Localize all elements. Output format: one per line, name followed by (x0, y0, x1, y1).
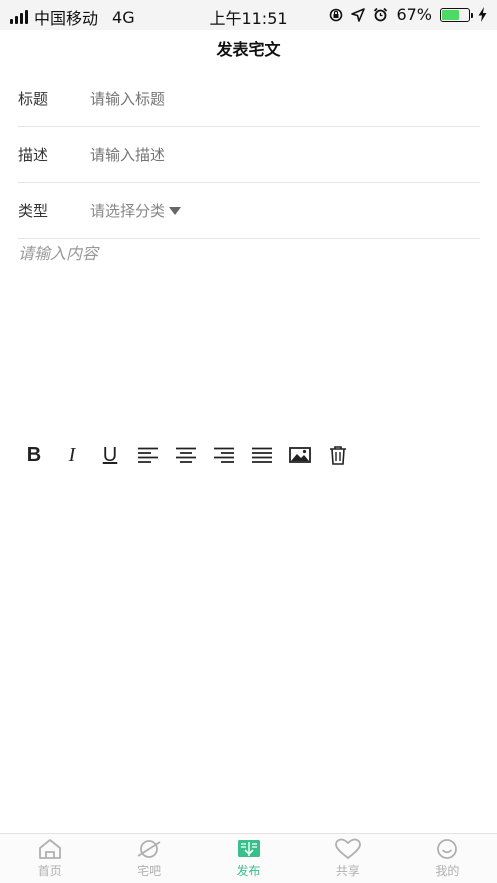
tab-publish[interactable]: 发布 (199, 834, 298, 883)
align-justify-button[interactable] (250, 443, 274, 467)
bold-icon: B (26, 443, 42, 466)
title-label: 标题 (18, 90, 49, 108)
trash-icon (330, 446, 346, 465)
align-right-button[interactable] (212, 443, 236, 467)
bold-button[interactable]: B (22, 443, 46, 467)
type-row: 类型 请选择分类 (18, 183, 480, 239)
editor-placeholder: 请输入内容 (18, 244, 99, 263)
underline-button[interactable]: U (98, 443, 122, 467)
dropdown-caret-icon (169, 206, 182, 215)
battery-percent: 67% (396, 5, 432, 24)
battery-fill (442, 9, 460, 20)
tab-share-label: 共享 (335, 864, 360, 878)
alarm-icon (374, 7, 388, 22)
location-icon (351, 7, 366, 22)
underline-icon: U (102, 443, 118, 466)
align-left-button[interactable] (136, 443, 160, 467)
align-right-icon (214, 447, 234, 463)
category-select[interactable]: 请选择分类 (90, 200, 182, 221)
align-center-button[interactable] (174, 443, 198, 467)
tab-publish-label: 发布 (236, 864, 261, 878)
home-icon (38, 839, 61, 859)
book-icon (237, 840, 260, 857)
tab-zhaiba-label: 宅吧 (137, 864, 162, 878)
italic-button[interactable]: I (60, 443, 84, 467)
bottom-tab-bar: 首页 宅吧 发布 共享 我的 (0, 833, 497, 883)
italic-icon: I (68, 443, 76, 466)
tab-share[interactable]: 共享 (298, 834, 397, 883)
smile-icon (437, 839, 458, 859)
heart-icon (335, 838, 361, 860)
format-toolbar: B I U (22, 441, 350, 469)
status-bar: 中国移动 4G 上午11:51 67% (0, 0, 497, 30)
category-select-value: 请选择分类 (90, 202, 166, 220)
image-icon (289, 447, 311, 463)
description-label: 描述 (18, 146, 49, 164)
title-input[interactable] (90, 89, 390, 108)
align-center-icon (176, 447, 196, 463)
rotation-lock-icon (330, 8, 343, 21)
description-row: 描述 (18, 127, 480, 183)
type-label: 类型 (18, 202, 49, 220)
insert-image-button[interactable] (288, 443, 312, 467)
title-row: 标题 (18, 71, 480, 127)
status-right: 67% (329, 5, 487, 24)
description-input[interactable] (90, 145, 390, 164)
battery-icon (440, 7, 473, 22)
delete-button[interactable] (326, 443, 350, 467)
tab-zhaiba[interactable]: 宅吧 (99, 834, 198, 883)
tab-mine-label: 我的 (435, 864, 460, 878)
page-title: 发表宅文 (216, 40, 281, 59)
align-justify-icon (252, 447, 272, 463)
align-left-icon (138, 447, 158, 463)
tab-home-label: 首页 (37, 864, 62, 878)
planet-icon (137, 840, 161, 858)
tab-home[interactable]: 首页 (0, 834, 99, 883)
charging-icon (478, 7, 487, 22)
content-editor[interactable]: 请输入内容 (18, 238, 480, 428)
tab-mine[interactable]: 我的 (398, 834, 497, 883)
